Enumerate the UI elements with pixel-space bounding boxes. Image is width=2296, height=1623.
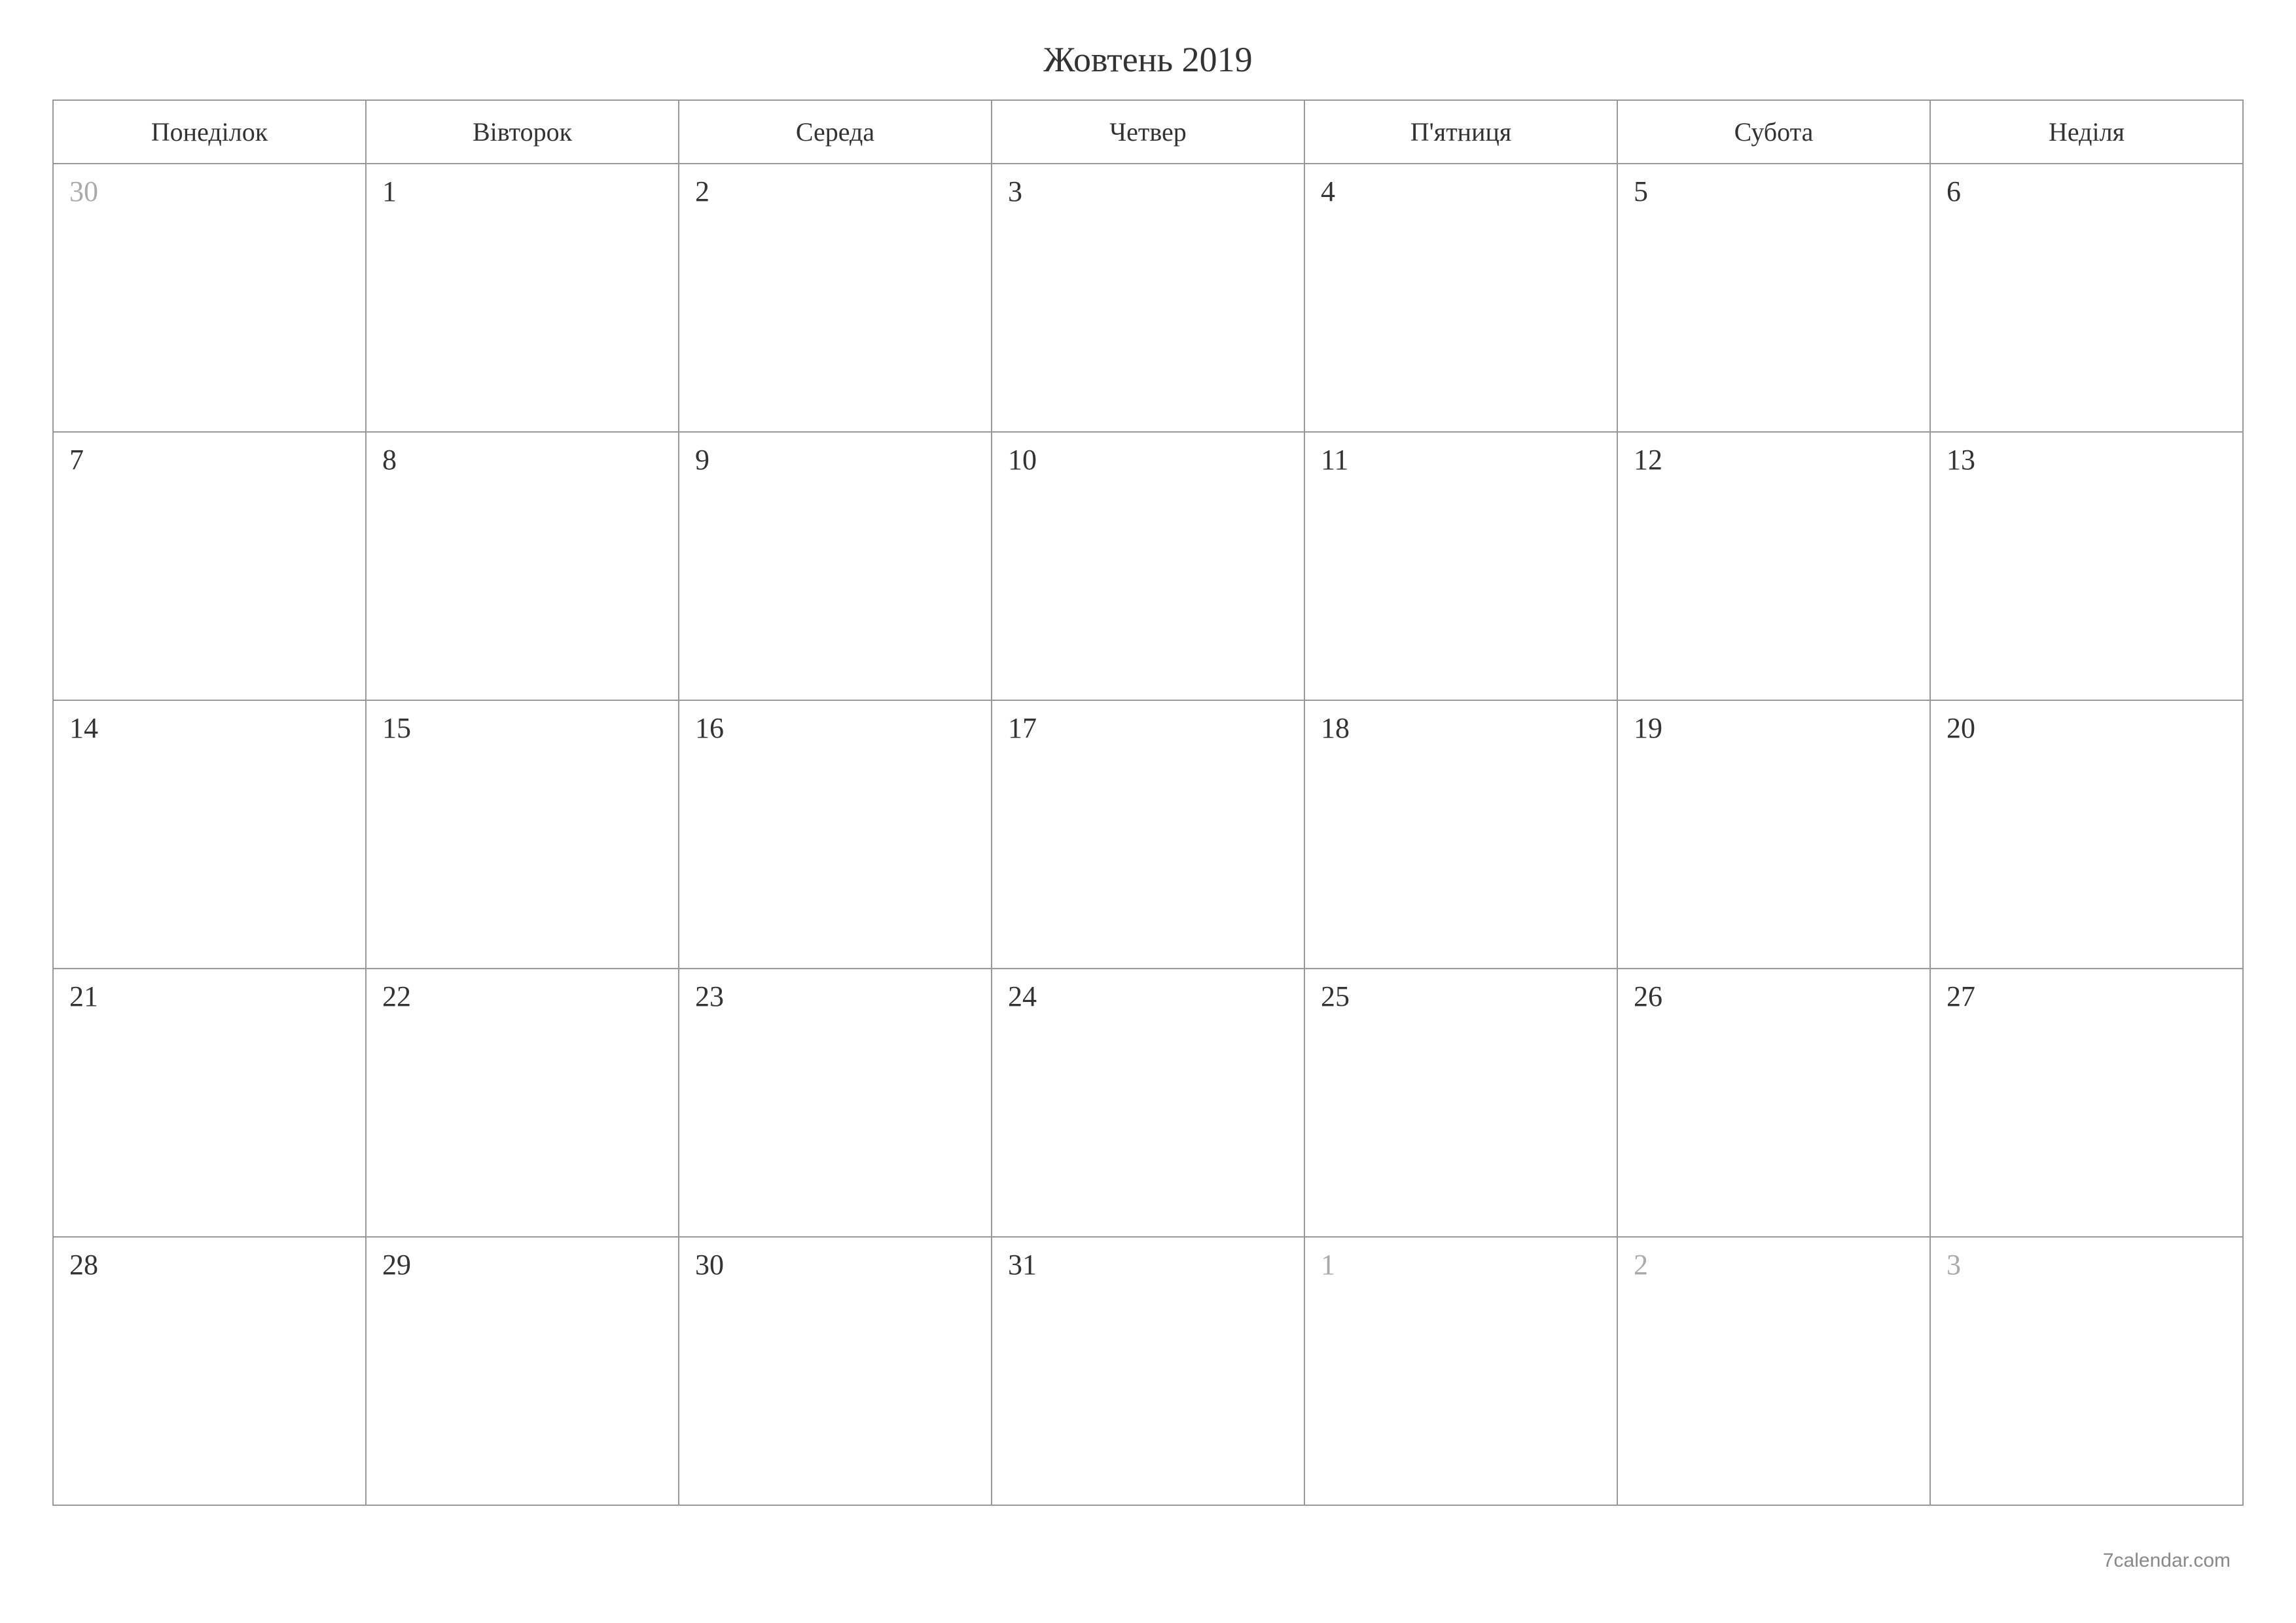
calendar-week-row: 7 8 9 10 11 12 13 <box>53 432 2243 700</box>
calendar-day-cell: 14 <box>53 700 366 969</box>
calendar-day-cell: 2 <box>679 164 992 432</box>
calendar-day-cell: 9 <box>679 432 992 700</box>
calendar-week-row: 14 15 16 17 18 19 20 <box>53 700 2243 969</box>
calendar-week-row: 21 22 23 24 25 26 27 <box>53 969 2243 1237</box>
calendar-day-cell: 2 <box>1617 1237 1930 1505</box>
calendar-day-cell: 26 <box>1617 969 1930 1237</box>
calendar-day-cell: 30 <box>53 164 366 432</box>
calendar-day-cell: 13 <box>1930 432 2243 700</box>
calendar-day-cell: 11 <box>1304 432 1617 700</box>
weekday-header: Понеділок <box>53 100 366 164</box>
calendar-day-cell: 22 <box>366 969 679 1237</box>
weekday-header: П'ятниця <box>1304 100 1617 164</box>
calendar-day-cell: 1 <box>366 164 679 432</box>
calendar-day-cell: 24 <box>992 969 1304 1237</box>
calendar-day-cell: 3 <box>1930 1237 2243 1505</box>
calendar-day-cell: 29 <box>366 1237 679 1505</box>
calendar-day-cell: 16 <box>679 700 992 969</box>
weekday-header: Субота <box>1617 100 1930 164</box>
calendar-day-cell: 27 <box>1930 969 2243 1237</box>
calendar-day-cell: 28 <box>53 1237 366 1505</box>
calendar-title: Жовтень 2019 <box>52 39 2244 80</box>
calendar-day-cell: 10 <box>992 432 1304 700</box>
footer-credit: 7calendar.com <box>2103 1550 2231 1572</box>
calendar-day-cell: 30 <box>679 1237 992 1505</box>
calendar-day-cell: 8 <box>366 432 679 700</box>
calendar-day-cell: 1 <box>1304 1237 1617 1505</box>
calendar-day-cell: 17 <box>992 700 1304 969</box>
calendar-day-cell: 23 <box>679 969 992 1237</box>
calendar-day-cell: 31 <box>992 1237 1304 1505</box>
calendar-day-cell: 21 <box>53 969 366 1237</box>
calendar-day-cell: 18 <box>1304 700 1617 969</box>
weekday-header-row: Понеділок Вівторок Середа Четвер П'ятниц… <box>53 100 2243 164</box>
calendar-day-cell: 6 <box>1930 164 2243 432</box>
weekday-header: Неділя <box>1930 100 2243 164</box>
calendar-day-cell: 4 <box>1304 164 1617 432</box>
calendar-day-cell: 19 <box>1617 700 1930 969</box>
calendar-day-cell: 12 <box>1617 432 1930 700</box>
calendar-day-cell: 3 <box>992 164 1304 432</box>
weekday-header: Четвер <box>992 100 1304 164</box>
calendar-week-row: 28 29 30 31 1 2 3 <box>53 1237 2243 1505</box>
calendar-body: 30 1 2 3 4 5 6 7 8 9 10 11 12 13 14 15 1… <box>53 164 2243 1505</box>
calendar-day-cell: 5 <box>1617 164 1930 432</box>
calendar-week-row: 30 1 2 3 4 5 6 <box>53 164 2243 432</box>
calendar-table: Понеділок Вівторок Середа Четвер П'ятниц… <box>52 99 2244 1506</box>
calendar-day-cell: 15 <box>366 700 679 969</box>
weekday-header: Вівторок <box>366 100 679 164</box>
calendar-day-cell: 20 <box>1930 700 2243 969</box>
weekday-header: Середа <box>679 100 992 164</box>
calendar-day-cell: 25 <box>1304 969 1617 1237</box>
calendar-day-cell: 7 <box>53 432 366 700</box>
